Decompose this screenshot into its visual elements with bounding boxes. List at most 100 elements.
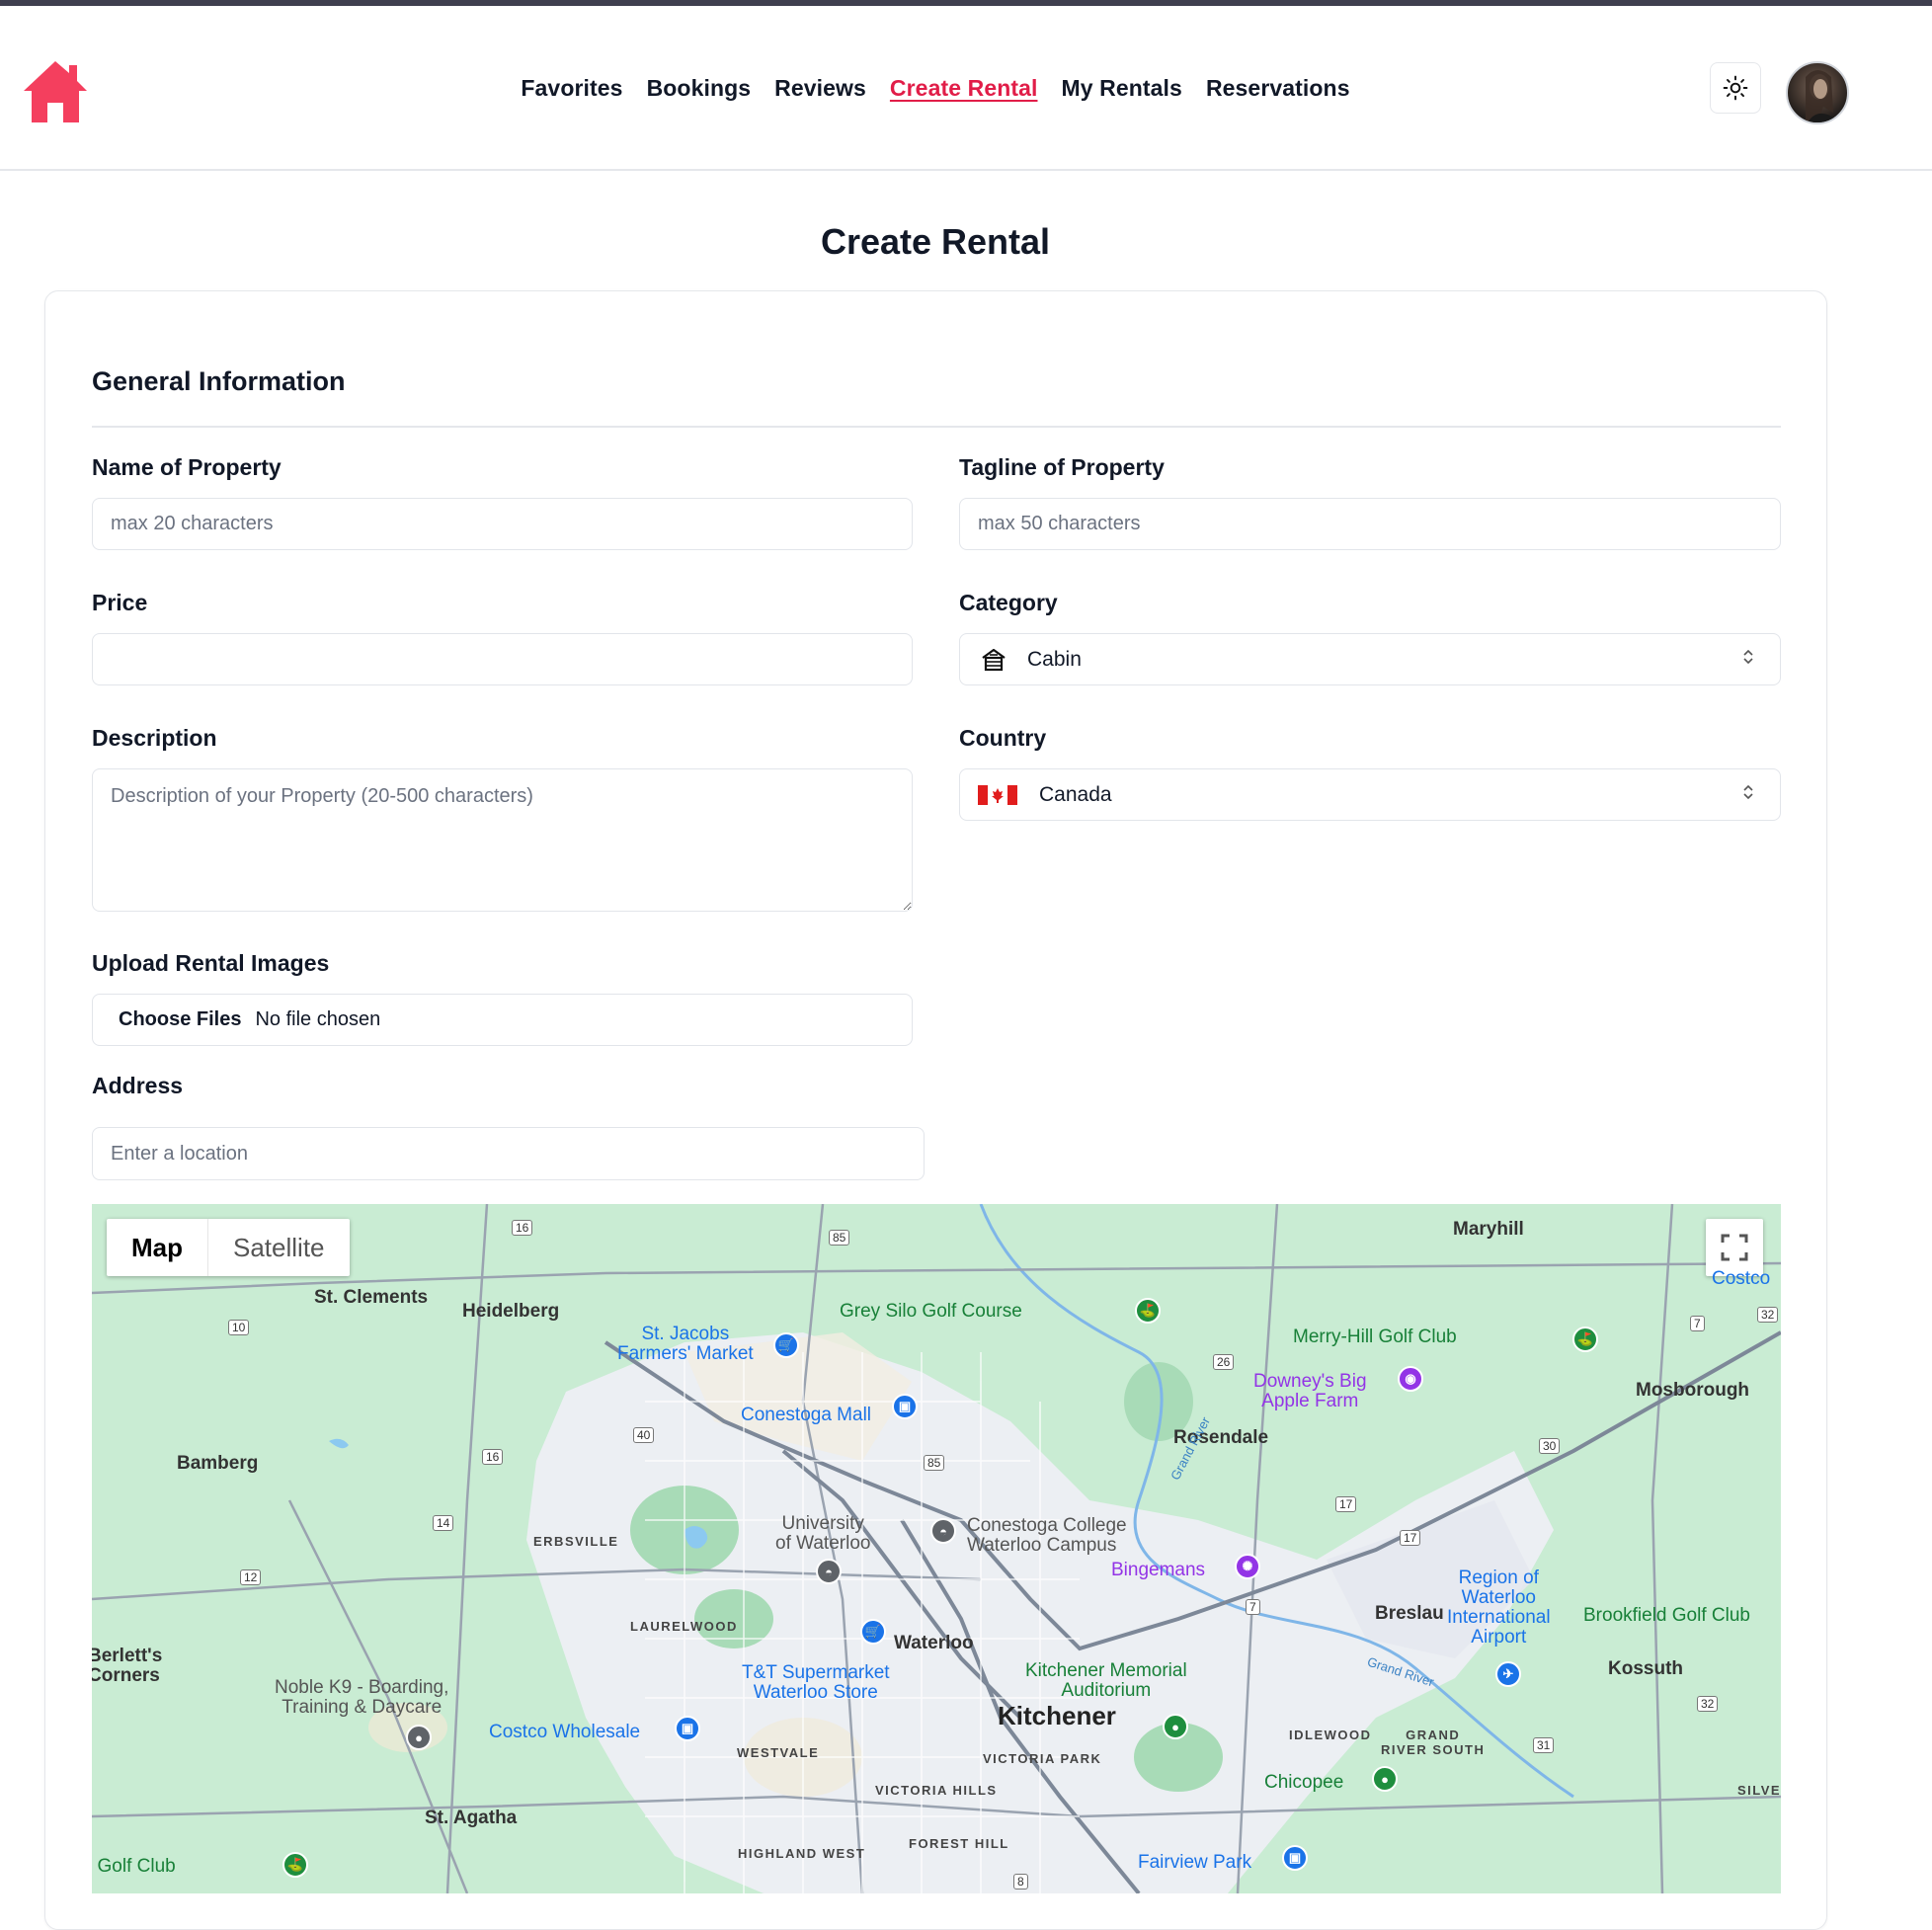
name-label: Name of Property bbox=[92, 454, 282, 480]
park-pin-icon[interactable]: ● bbox=[1372, 1766, 1398, 1792]
map-label: Waterloo bbox=[894, 1633, 974, 1653]
nav-bookings[interactable]: Bookings bbox=[647, 75, 752, 102]
map-label: Region of Waterloo International Airport bbox=[1447, 1568, 1551, 1648]
road-shield: 85 bbox=[924, 1455, 945, 1471]
road-shield: 12 bbox=[240, 1569, 262, 1585]
road-shield: 16 bbox=[512, 1220, 533, 1236]
map-label: Conestoga College Waterloo Campus bbox=[967, 1515, 1127, 1556]
upload-label: Upload Rental Images bbox=[92, 950, 330, 976]
main-nav: Favorites Bookings Reviews Create Rental… bbox=[0, 75, 1871, 102]
shopping-cart-pin-icon[interactable]: 🛒 bbox=[773, 1332, 799, 1358]
category-select[interactable]: Cabin bbox=[959, 633, 1781, 685]
tagline-label: Tagline of Property bbox=[959, 454, 1165, 480]
map-label: WESTVALE bbox=[737, 1745, 820, 1760]
map-label: St. Jacobs Farmers' Market bbox=[617, 1324, 754, 1364]
country-selected-value: Canada bbox=[1039, 782, 1112, 806]
map-label: Brookfield Golf Club bbox=[1583, 1605, 1750, 1626]
section-title: General Information bbox=[92, 366, 346, 396]
sun-icon bbox=[1723, 75, 1748, 101]
user-avatar[interactable] bbox=[1786, 61, 1849, 124]
map-type-map-button[interactable]: Map bbox=[107, 1219, 207, 1276]
theme-toggle-button[interactable] bbox=[1710, 62, 1761, 114]
road-shield: 16 bbox=[482, 1449, 504, 1465]
road-shield: 7 bbox=[1246, 1599, 1260, 1615]
canada-flag-icon bbox=[978, 784, 1017, 805]
map-label: Mosborough bbox=[1636, 1380, 1750, 1401]
road-shield: 17 bbox=[1400, 1530, 1421, 1546]
map-label: St. Agatha bbox=[425, 1808, 518, 1828]
nav-create-rental[interactable]: Create Rental bbox=[890, 75, 1038, 102]
map-type-satellite-button[interactable]: Satellite bbox=[207, 1219, 350, 1276]
road-shield: 31 bbox=[1533, 1737, 1555, 1753]
school-pin-icon[interactable]: ◓ bbox=[816, 1559, 842, 1584]
golf-pin-icon[interactable]: ⛳ bbox=[282, 1852, 308, 1878]
select-chevron-icon bbox=[1742, 783, 1754, 807]
camera-pin-icon[interactable]: ◉ bbox=[1398, 1366, 1423, 1392]
map-label: ERBSVILLE bbox=[533, 1534, 619, 1549]
map-label: University of Waterloo bbox=[775, 1513, 871, 1554]
address-input[interactable] bbox=[92, 1127, 925, 1180]
file-status-text: No file chosen bbox=[255, 1008, 381, 1030]
map-label: Noble K9 - Boarding, Training & Daycare bbox=[275, 1677, 449, 1718]
description-textarea[interactable] bbox=[92, 768, 913, 912]
map-label: SILVE bbox=[1737, 1783, 1781, 1798]
road-shield: 32 bbox=[1697, 1696, 1719, 1712]
category-label: Category bbox=[959, 590, 1058, 615]
page-title: Create Rental bbox=[820, 221, 1051, 262]
road-shield: 30 bbox=[1539, 1438, 1561, 1454]
road-shield: 85 bbox=[829, 1230, 850, 1246]
map-label: St. Clements bbox=[314, 1287, 429, 1308]
airport-pin-icon[interactable]: ✈ bbox=[1495, 1661, 1521, 1687]
road-shield: 32 bbox=[1757, 1307, 1779, 1323]
golf-pin-icon[interactable]: ⛳ bbox=[1135, 1298, 1161, 1324]
location-map[interactable]: Map Satellite St. Clements Heidelberg Ma… bbox=[92, 1204, 1781, 1893]
cabin-icon bbox=[980, 646, 1007, 674]
section-divider bbox=[92, 426, 1781, 428]
shopping-bag-pin-icon[interactable]: ▣ bbox=[675, 1716, 700, 1741]
attraction-pin-icon[interactable]: ✺ bbox=[1235, 1554, 1260, 1579]
map-label: HIGHLAND WEST bbox=[738, 1846, 866, 1861]
road-shield: 10 bbox=[228, 1320, 250, 1335]
map-label: IDLEWOOD bbox=[1289, 1728, 1372, 1742]
road-shield: 40 bbox=[633, 1427, 655, 1443]
map-label: FOREST HILL bbox=[909, 1836, 1009, 1851]
map-label: Heidelberg bbox=[462, 1301, 560, 1322]
map-label: Kitchener Memorial Auditorium bbox=[1025, 1660, 1187, 1701]
map-label: Costco bbox=[1712, 1268, 1771, 1289]
map-label: Downey's Big Apple Farm bbox=[1253, 1371, 1367, 1411]
map-label: Conestoga Mall bbox=[741, 1405, 872, 1425]
golf-pin-icon[interactable]: ⛳ bbox=[1572, 1327, 1598, 1352]
choose-files-button[interactable]: Choose Files bbox=[119, 1008, 241, 1031]
country-select[interactable]: Canada bbox=[959, 768, 1781, 821]
property-tagline-input[interactable] bbox=[959, 498, 1781, 550]
map-label: Bingemans bbox=[1111, 1560, 1206, 1580]
map-label: VICTORIA PARK bbox=[983, 1751, 1102, 1766]
venue-pin-icon[interactable]: ● bbox=[1163, 1714, 1188, 1739]
map-label: LAURELWOOD bbox=[630, 1619, 738, 1634]
property-name-input[interactable] bbox=[92, 498, 913, 550]
school-pin-icon[interactable]: ◓ bbox=[930, 1518, 956, 1544]
nav-reviews[interactable]: Reviews bbox=[774, 75, 866, 102]
road-shield: 14 bbox=[433, 1515, 454, 1531]
description-label: Description bbox=[92, 725, 217, 751]
nav-my-rentals[interactable]: My Rentals bbox=[1062, 75, 1182, 102]
nav-favorites[interactable]: Favorites bbox=[521, 75, 622, 102]
map-label: VICTORIA HILLS bbox=[875, 1783, 998, 1798]
map-label: l Golf Club bbox=[92, 1856, 176, 1877]
price-label: Price bbox=[92, 590, 148, 615]
shopping-cart-pin-icon[interactable]: 🛒 bbox=[860, 1619, 886, 1645]
map-label: Breslau bbox=[1375, 1603, 1444, 1624]
map-label: Chicopee bbox=[1264, 1772, 1344, 1793]
image-upload-input[interactable]: Choose Files No file chosen bbox=[92, 994, 913, 1046]
map-label: Kitchener bbox=[998, 1701, 1116, 1730]
fullscreen-icon bbox=[1721, 1234, 1748, 1261]
address-label: Address bbox=[92, 1073, 184, 1098]
nav-reservations[interactable]: Reservations bbox=[1206, 75, 1350, 102]
shopping-bag-pin-icon[interactable]: ▣ bbox=[892, 1394, 918, 1419]
map-label: Maryhill bbox=[1453, 1219, 1524, 1240]
shopping-bag-pin-icon[interactable]: ▣ bbox=[1282, 1845, 1308, 1871]
place-pin-icon[interactable]: ● bbox=[406, 1725, 432, 1750]
map-label: Costco Wholesale bbox=[489, 1722, 641, 1742]
map-label: T&T Supermarket Waterloo Store bbox=[742, 1662, 890, 1703]
price-input[interactable] bbox=[92, 633, 913, 685]
